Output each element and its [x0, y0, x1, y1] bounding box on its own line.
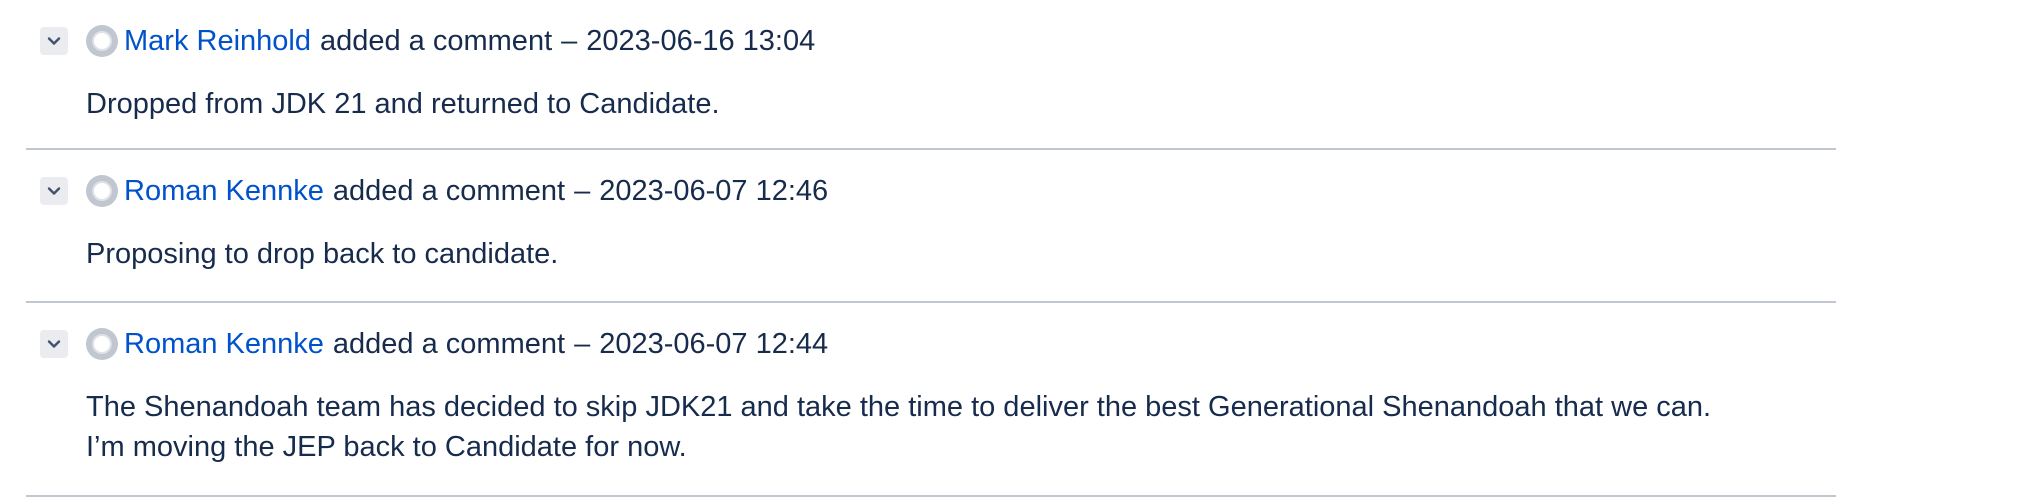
comment-body-line: The Shenandoah team has decided to skip …	[86, 391, 1712, 423]
comment-author-link[interactable]: Roman Kennke	[124, 170, 324, 212]
user-avatar-icon[interactable]	[86, 25, 118, 57]
comment-action-text: added a comment	[332, 175, 566, 207]
comment-body-line: I’m moving the JEP back to Candidate for…	[86, 431, 687, 463]
comment-action-text: added a comment	[332, 328, 566, 360]
comment-header: Roman Kennke added a comment – 2023-06-0…	[40, 170, 828, 212]
comment-item: Roman Kennke added a comment – 2023-06-0…	[26, 303, 1836, 497]
comment-header: Roman Kennke added a comment – 2023-06-0…	[40, 323, 828, 365]
comment-author-link[interactable]: Mark Reinhold	[124, 20, 311, 62]
comment-header: Mark Reinhold added a comment – 2023-06-…	[40, 20, 815, 62]
comment-separator: –	[574, 175, 591, 207]
user-avatar-icon[interactable]	[86, 175, 118, 207]
comment-action-text: added a comment	[319, 25, 553, 57]
collapse-toggle-button[interactable]	[40, 27, 68, 55]
chevron-down-icon	[47, 340, 61, 348]
comment-timestamp[interactable]: 2023-06-07 12:46	[599, 170, 828, 212]
comment-body-line: Proposing to drop back to candidate.	[86, 238, 559, 270]
activity-comments-list: Mark Reinhold added a comment – 2023-06-…	[26, 0, 1836, 497]
comment-item: Roman Kennke added a comment – 2023-06-0…	[26, 150, 1836, 303]
comment-body: The Shenandoah team has decided to skip …	[86, 387, 1806, 467]
comment-author-link[interactable]: Roman Kennke	[124, 323, 324, 365]
user-avatar-icon[interactable]	[86, 328, 118, 360]
comment-body: Proposing to drop back to candidate.	[86, 234, 1806, 274]
collapse-toggle-button[interactable]	[40, 177, 68, 205]
comment-body: Dropped from JDK 21 and returned to Cand…	[86, 84, 1806, 124]
comment-separator: –	[561, 25, 578, 57]
chevron-down-icon	[47, 37, 61, 45]
comment-timestamp[interactable]: 2023-06-07 12:44	[599, 323, 828, 365]
comment-item: Mark Reinhold added a comment – 2023-06-…	[26, 0, 1836, 150]
comment-timestamp[interactable]: 2023-06-16 13:04	[586, 20, 815, 62]
collapse-toggle-button[interactable]	[40, 330, 68, 358]
comment-separator: –	[574, 328, 591, 360]
chevron-down-icon	[47, 187, 61, 195]
comment-body-line: Dropped from JDK 21 and returned to Cand…	[86, 88, 720, 120]
